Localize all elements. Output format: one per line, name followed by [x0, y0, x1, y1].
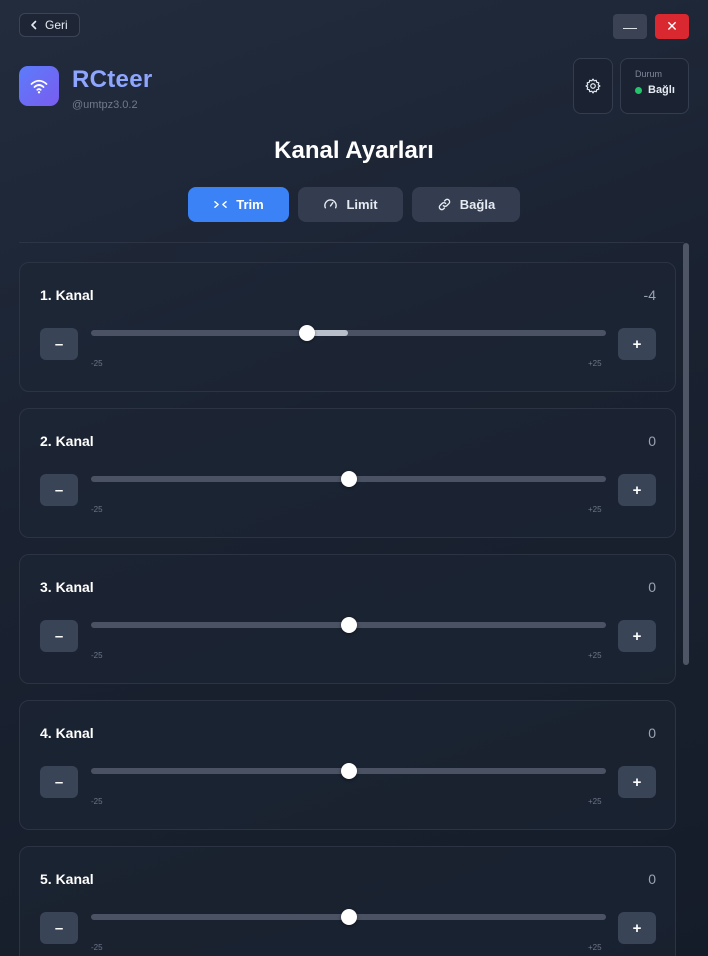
- tab-limit-label: Limit: [346, 197, 378, 212]
- increment-button[interactable]: +: [618, 912, 656, 944]
- divider: [19, 242, 684, 243]
- decrement-button[interactable]: –: [40, 912, 78, 944]
- tab-trim[interactable]: Trim: [188, 187, 289, 222]
- increment-button[interactable]: +: [618, 328, 656, 360]
- trim-slider[interactable]: [91, 617, 606, 633]
- range-max-label: +25: [588, 651, 602, 660]
- channel-card: 3. Kanal 0 – -25 +25 +: [19, 554, 676, 684]
- channel-card: 4. Kanal 0 – -25 +25 +: [19, 700, 676, 830]
- page-title: Kanal Ayarları: [274, 137, 434, 164]
- slider-thumb[interactable]: [340, 471, 357, 487]
- range-max-label: +25: [588, 359, 602, 368]
- range-max-label: +25: [588, 505, 602, 514]
- app-name: RCteer: [72, 66, 153, 93]
- trim-slider[interactable]: [91, 325, 606, 341]
- channel-card: 1. Kanal -4 – -25 +25 +: [19, 262, 676, 392]
- decrement-button[interactable]: –: [40, 328, 78, 360]
- connection-status: Durum Bağlı: [620, 58, 689, 114]
- channel-value: 0: [648, 871, 656, 887]
- tab-bagla[interactable]: Bağla: [412, 187, 520, 222]
- range-min-label: -25: [91, 505, 103, 514]
- channel-name: 4. Kanal: [40, 725, 94, 741]
- trim-slider[interactable]: [91, 471, 606, 487]
- range-min-label: -25: [91, 943, 103, 952]
- decrement-button[interactable]: –: [40, 766, 78, 798]
- tab-limit[interactable]: Limit: [298, 187, 403, 222]
- settings-button[interactable]: [573, 58, 613, 114]
- slider-thumb[interactable]: [340, 909, 357, 925]
- minimize-button[interactable]: —: [613, 14, 647, 39]
- trim-slider[interactable]: [91, 909, 606, 925]
- range-min-label: -25: [91, 359, 103, 368]
- trim-arrows-icon: [214, 200, 228, 209]
- channel-card: 5. Kanal 0 – -25 +25 +: [19, 846, 676, 956]
- channel-name: 2. Kanal: [40, 433, 94, 449]
- status-dot-icon: [635, 86, 642, 94]
- scrollbar[interactable]: [683, 243, 689, 665]
- channel-card: 2. Kanal 0 – -25 +25 +: [19, 408, 676, 538]
- decrement-button[interactable]: –: [40, 620, 78, 652]
- status-value: Bağlı: [648, 84, 675, 96]
- close-button[interactable]: ✕: [655, 14, 689, 39]
- slider-thumb[interactable]: [299, 325, 316, 341]
- chevron-left-icon: [31, 20, 37, 30]
- channel-name: 5. Kanal: [40, 871, 94, 887]
- range-max-label: +25: [588, 797, 602, 806]
- tab-bagla-label: Bağla: [459, 197, 496, 212]
- wifi-icon: [19, 66, 59, 106]
- trim-slider[interactable]: [91, 763, 606, 779]
- range-min-label: -25: [91, 797, 103, 806]
- channel-value: 0: [648, 579, 656, 595]
- gear-icon: [585, 78, 601, 94]
- gauge-icon: [324, 199, 338, 209]
- link-icon: [438, 198, 451, 211]
- back-label: Geri: [45, 18, 68, 32]
- range-max-label: +25: [588, 943, 602, 952]
- channel-name: 3. Kanal: [40, 579, 94, 595]
- range-min-label: -25: [91, 651, 103, 660]
- back-button[interactable]: Geri: [19, 13, 80, 37]
- channel-value: -4: [643, 287, 656, 303]
- slider-thumb[interactable]: [340, 617, 357, 633]
- channel-list: 1. Kanal -4 – -25 +25 + 2. Kanal 0 – -25…: [19, 262, 677, 956]
- title-bar: Geri — ✕: [19, 13, 689, 39]
- tab-trim-label: Trim: [236, 197, 264, 212]
- channel-value: 0: [648, 725, 656, 741]
- decrement-button[interactable]: –: [40, 474, 78, 506]
- slider-thumb[interactable]: [340, 763, 357, 779]
- channel-name: 1. Kanal: [40, 287, 94, 303]
- increment-button[interactable]: +: [618, 474, 656, 506]
- increment-button[interactable]: +: [618, 620, 656, 652]
- app-handle: @umtpz3.0.2: [72, 99, 138, 111]
- status-title: Durum: [635, 69, 663, 79]
- increment-button[interactable]: +: [618, 766, 656, 798]
- channel-value: 0: [648, 433, 656, 449]
